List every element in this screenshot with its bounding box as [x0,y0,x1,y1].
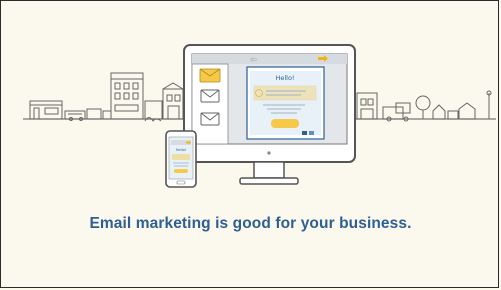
monitor-neck [253,161,285,179]
screen-email-heading: Hello! [275,74,294,82]
envelope-icon-selected [199,68,221,83]
city-skyline-left [29,72,184,122]
email-marketing-illustration: ⇦ Hello! Hello! [23,44,496,188]
back-arrow-icon: ⇦ [250,55,257,64]
tagline: Email marketing is good for your busines… [89,215,412,232]
monitor-base [239,177,299,185]
ad-frame: ⇦ Hello! Hello! Email marketing is good … [0,0,499,288]
desktop-monitor: ⇦ Hello! [183,44,356,185]
email-cta-button [271,119,299,128]
smartphone: Hello! [165,130,197,188]
envelope-icon [200,89,220,103]
phone-email-heading: Hello! [176,148,187,152]
envelope-icon [200,112,220,126]
city-skyline-right [356,90,492,122]
